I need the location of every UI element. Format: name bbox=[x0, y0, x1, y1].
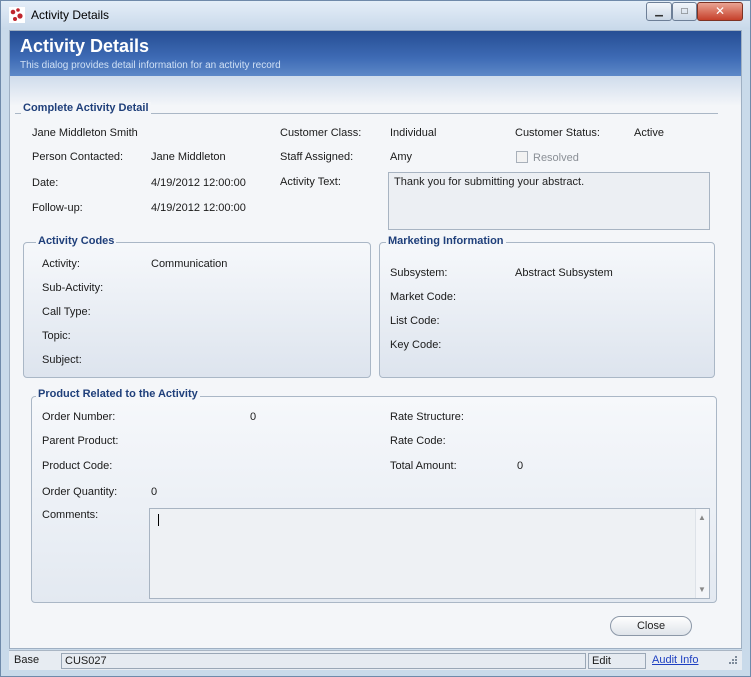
key-code-label: Key Code: bbox=[390, 339, 442, 351]
subject-label: Subject: bbox=[42, 354, 82, 366]
status-code: CUS027 bbox=[61, 653, 586, 669]
comments-textarea[interactable]: ▲ ▼ bbox=[149, 508, 710, 599]
person-name: Jane Middleton Smith bbox=[32, 127, 138, 139]
person-contacted-value: Jane Middleton bbox=[151, 151, 226, 163]
product-code-label: Product Code: bbox=[42, 460, 113, 472]
resolved-checkbox[interactable] bbox=[516, 151, 528, 163]
date-label: Date: bbox=[32, 177, 59, 189]
rate-code-label: Rate Code: bbox=[390, 435, 446, 447]
audit-info-link[interactable]: Audit Info bbox=[649, 653, 719, 669]
minimize-button[interactable]: ▁ bbox=[646, 2, 672, 21]
maximize-icon: □ bbox=[681, 6, 688, 17]
customer-status-label: Customer Status: bbox=[515, 127, 600, 139]
comments-scrollbar[interactable]: ▲ ▼ bbox=[695, 509, 709, 598]
app-logo-icon bbox=[9, 7, 25, 23]
activity-value: Communication bbox=[151, 258, 228, 270]
title-bar[interactable]: Activity Details ▁ □ ✕ bbox=[1, 1, 750, 29]
window-title: Activity Details bbox=[31, 8, 110, 22]
maximize-button[interactable]: □ bbox=[672, 2, 697, 21]
marketing-title: Marketing Information bbox=[386, 235, 506, 247]
activity-details-window: Activity Details ▁ □ ✕ Activity Details … bbox=[0, 0, 751, 677]
complete-detail-title: Complete Activity Detail bbox=[21, 102, 151, 114]
activity-label: Activity: bbox=[42, 258, 80, 270]
close-window-button[interactable]: ✕ bbox=[697, 2, 743, 21]
header-title: Activity Details bbox=[20, 36, 150, 56]
topic-label: Topic: bbox=[42, 330, 71, 342]
sub-activity-label: Sub-Activity: bbox=[42, 282, 104, 294]
market-code-label: Market Code: bbox=[390, 291, 457, 303]
scroll-down-icon[interactable]: ▼ bbox=[698, 585, 706, 594]
text-caret bbox=[158, 514, 159, 526]
followup-label: Follow-up: bbox=[32, 202, 83, 214]
close-icon: ✕ bbox=[714, 4, 726, 18]
subsystem-value: Abstract Subsystem bbox=[515, 267, 613, 279]
activity-text-label: Activity Text: bbox=[280, 176, 341, 188]
activity-codes-title: Activity Codes bbox=[36, 235, 117, 247]
status-mode: Edit bbox=[588, 653, 646, 669]
comments-label: Comments: bbox=[42, 509, 99, 521]
rate-structure-label: Rate Structure: bbox=[390, 411, 464, 423]
resize-grip-icon[interactable] bbox=[727, 656, 738, 667]
total-amount-label: Total Amount: bbox=[390, 460, 457, 472]
staff-assigned-label: Staff Assigned: bbox=[280, 151, 354, 163]
staff-assigned-value: Amy bbox=[390, 151, 412, 163]
order-number-value: 0 bbox=[250, 411, 257, 423]
scroll-up-icon[interactable]: ▲ bbox=[698, 513, 706, 522]
subsystem-label: Subsystem: bbox=[390, 267, 448, 279]
followup-value: 4/19/2012 12:00:00 bbox=[151, 202, 246, 214]
header-banner: Activity Details This dialog provides de… bbox=[10, 31, 741, 76]
dialog-client-area: Activity Details This dialog provides de… bbox=[9, 30, 742, 649]
parent-product-label: Parent Product: bbox=[42, 435, 119, 447]
total-amount-value: 0 bbox=[517, 460, 524, 472]
header-subtitle: This dialog provides detail information … bbox=[20, 60, 281, 71]
customer-status-value: Active bbox=[634, 127, 664, 139]
person-contacted-label: Person Contacted: bbox=[32, 151, 124, 163]
call-type-label: Call Type: bbox=[42, 306, 91, 318]
marketing-group bbox=[379, 242, 715, 378]
order-quantity-label: Order Quantity: bbox=[42, 486, 118, 498]
list-code-label: List Code: bbox=[390, 315, 440, 327]
resolved-label: Resolved bbox=[533, 152, 579, 164]
status-base: Base bbox=[14, 654, 40, 666]
close-button[interactable]: Close bbox=[610, 616, 692, 636]
minimize-icon: ▁ bbox=[655, 6, 663, 17]
order-quantity-value: 0 bbox=[151, 486, 158, 498]
activity-text-field[interactable]: Thank you for submitting your abstract. bbox=[388, 172, 710, 230]
product-title: Product Related to the Activity bbox=[36, 388, 200, 400]
customer-class-value: Individual bbox=[390, 127, 437, 139]
order-number-label: Order Number: bbox=[42, 411, 116, 423]
customer-class-label: Customer Class: bbox=[280, 127, 362, 139]
date-value: 4/19/2012 12:00:00 bbox=[151, 177, 246, 189]
status-bar: Base CUS027 Edit Audit Info bbox=[9, 650, 742, 670]
